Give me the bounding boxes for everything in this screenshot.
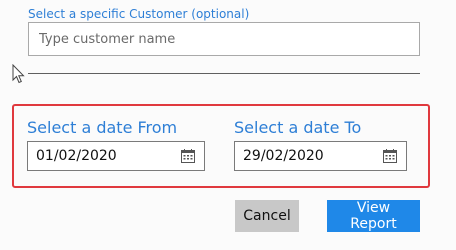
date-from-picker[interactable]: 01/02/2020	[27, 141, 205, 171]
date-from-group: Select a date From 01/02/2020	[27, 118, 205, 171]
date-to-group: Select a date To 29/02/2020	[234, 118, 407, 171]
calendar-icon[interactable]	[180, 148, 196, 164]
mouse-pointer-icon	[12, 64, 25, 84]
date-from-value: 01/02/2020	[36, 148, 117, 164]
divider	[28, 73, 420, 74]
customer-search-input[interactable]	[28, 22, 420, 56]
date-to-value: 29/02/2020	[243, 148, 324, 164]
calendar-icon[interactable]	[382, 148, 398, 164]
cancel-button[interactable]: Cancel	[235, 200, 299, 232]
customer-label: Select a specific Customer (optional)	[28, 7, 250, 21]
date-to-picker[interactable]: 29/02/2020	[234, 141, 407, 171]
date-to-label: Select a date To	[234, 118, 362, 137]
view-report-button[interactable]: View Report	[327, 200, 420, 232]
date-from-label: Select a date From	[27, 118, 178, 137]
